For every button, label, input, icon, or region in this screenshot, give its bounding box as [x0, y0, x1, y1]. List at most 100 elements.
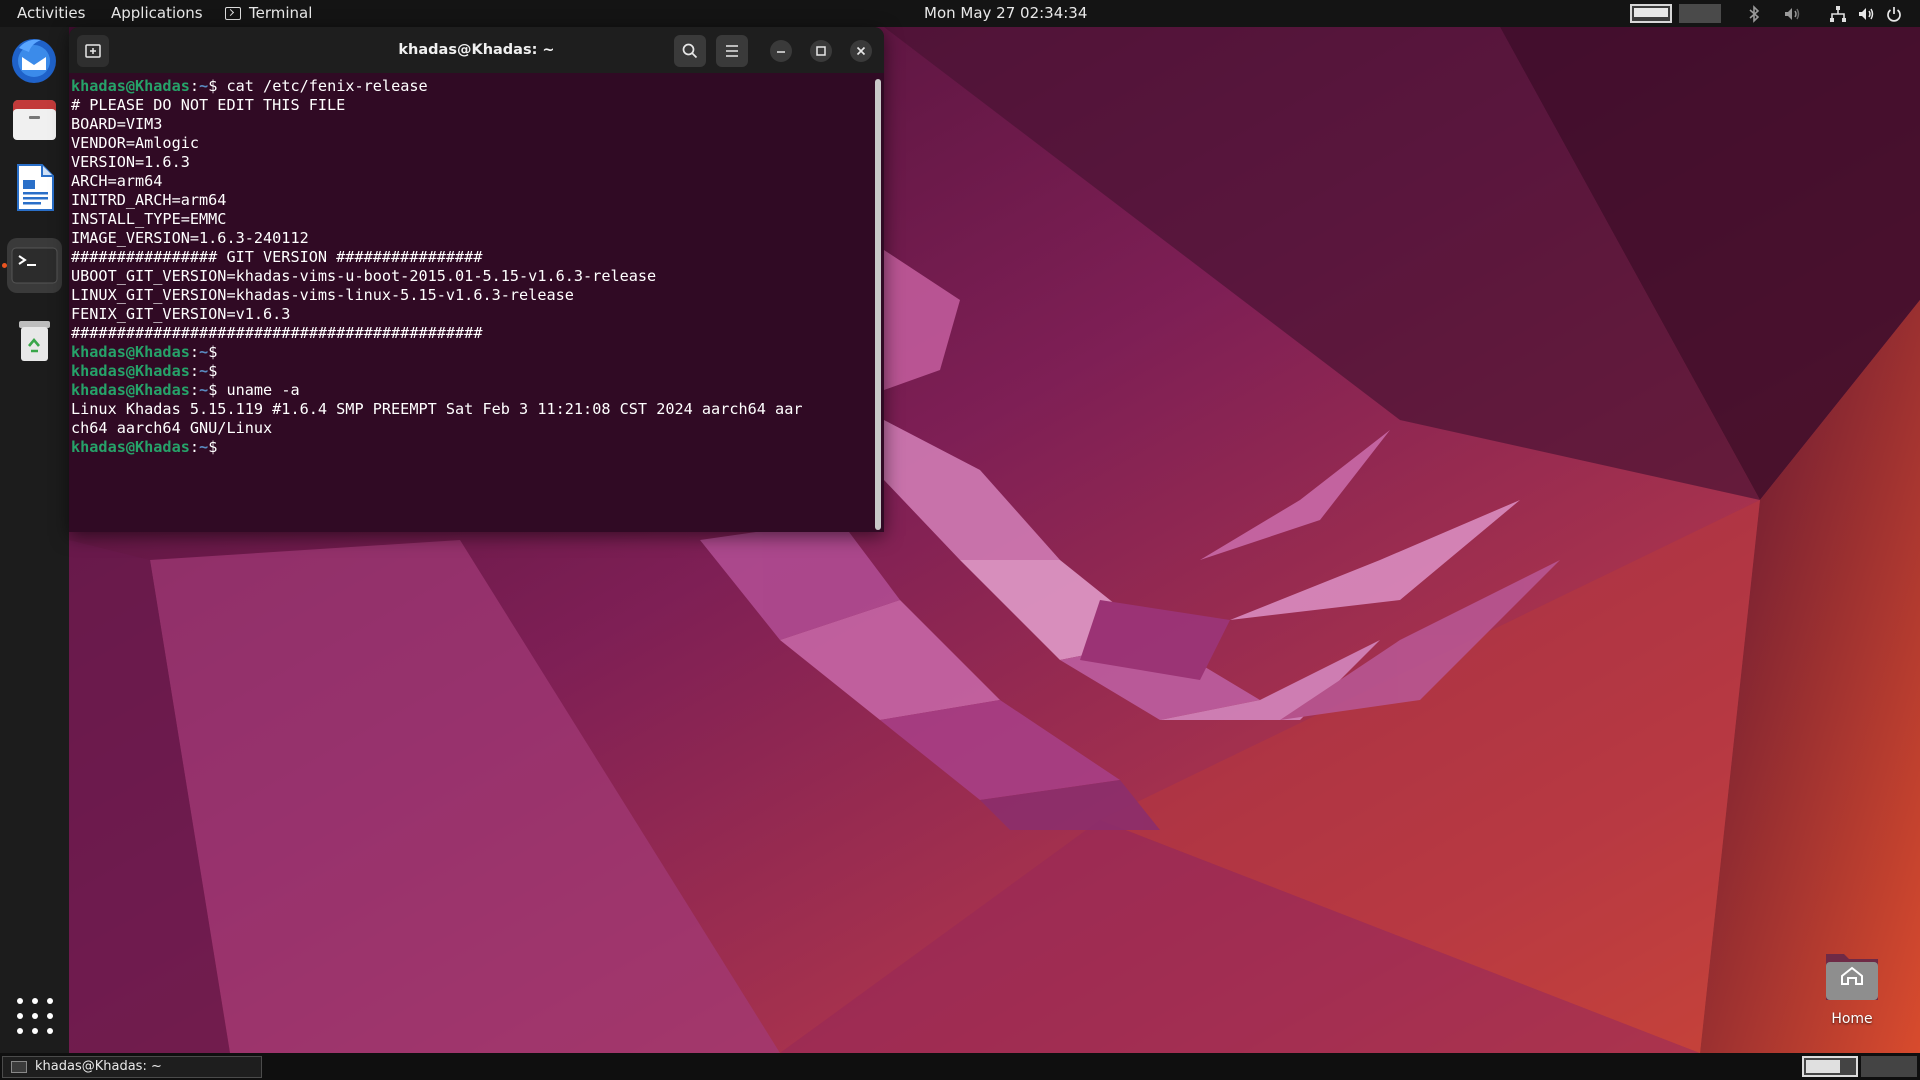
dock-writer[interactable]	[7, 160, 62, 215]
output-text: # PLEASE DO NOT EDIT THIS FILE	[71, 96, 346, 114]
output-text: VENDOR=Amlogic	[71, 134, 200, 152]
show-apps-button[interactable]	[17, 998, 53, 1034]
terminal-scrollbar[interactable]	[875, 79, 881, 530]
files-icon	[13, 100, 56, 140]
app-grid-icon	[47, 1013, 53, 1019]
terminal-output-line: LINUX_GIT_VERSION=khadas-vims-linux-5.15…	[71, 286, 884, 305]
clock[interactable]: Mon May 27 02:34:34	[924, 0, 1087, 27]
minimize-icon	[777, 51, 785, 53]
dock-files[interactable]	[7, 92, 62, 147]
hamburger-menu-button[interactable]	[716, 35, 748, 67]
maximize-button[interactable]	[810, 40, 832, 62]
window-titlebar[interactable]: khadas@Khadas: ~	[69, 27, 884, 73]
workspace-2-indicator[interactable]	[1679, 4, 1721, 23]
maximize-icon	[816, 46, 826, 56]
dock-thunderbird[interactable]	[7, 32, 62, 87]
terminal-output-line: BOARD=VIM3	[71, 115, 884, 134]
app-grid-icon	[32, 1028, 38, 1034]
search-icon	[682, 43, 698, 59]
power-icon[interactable]	[1884, 4, 1904, 24]
output-text: INSTALL_TYPE=EMMC	[71, 210, 227, 228]
output-text: ARCH=arm64	[71, 172, 163, 190]
volume-icon[interactable]	[1856, 4, 1876, 24]
close-icon	[856, 46, 866, 56]
terminal-prompt-line: khadas@Khadas:~$	[71, 343, 884, 362]
terminal-window[interactable]: khadas@Khadas: ~ khadas@Khadas:~$ cat /e…	[69, 27, 884, 532]
app-grid-icon	[17, 1013, 23, 1019]
terminal-output-line: ARCH=arm64	[71, 172, 884, 191]
terminal-prompt-line: khadas@Khadas:~$ uname -a	[71, 381, 884, 400]
terminal-output[interactable]: khadas@Khadas:~$ cat /etc/fenix-release #…	[69, 73, 884, 532]
terminal-output-line: IMAGE_VERSION=1.6.3-240112	[71, 229, 884, 248]
home-folder-icon[interactable]	[1822, 948, 1882, 1004]
dock-trash[interactable]	[7, 312, 62, 367]
speaker-low-icon[interactable]	[1782, 4, 1802, 24]
hamburger-icon	[726, 45, 738, 57]
terminal-output-line: # PLEASE DO NOT EDIT THIS FILE	[71, 96, 884, 115]
terminal-output-line: ch64 aarch64 GNU/Linux	[71, 419, 884, 438]
terminal-output-line: INITRD_ARCH=arm64	[71, 191, 884, 210]
taskbar-window-label: khadas@Khadas: ~	[35, 1059, 162, 1074]
prompt-path: ~	[199, 438, 209, 456]
bluetooth-icon[interactable]	[1744, 4, 1764, 24]
prompt-dollar: $	[208, 362, 227, 380]
trash-icon	[19, 321, 50, 361]
output-text: INITRD_ARCH=arm64	[71, 191, 227, 209]
prompt-path: ~	[199, 362, 209, 380]
app-grid-icon	[17, 1028, 23, 1034]
activities-button[interactable]: Activities	[17, 0, 85, 27]
output-text: BOARD=VIM3	[71, 115, 163, 133]
prompt-path: ~	[199, 343, 209, 361]
taskbar-window-item[interactable]: khadas@Khadas: ~	[2, 1056, 262, 1078]
terminal-output-line: UBOOT_GIT_VERSION=khadas-vims-u-boot-201…	[71, 267, 884, 286]
prompt-colon: :	[189, 77, 200, 95]
terminal-prompt-line: khadas@Khadas:~$	[71, 438, 884, 457]
output-text: LINUX_GIT_VERSION=khadas-vims-linux-5.15…	[71, 286, 574, 304]
search-button[interactable]	[674, 35, 706, 67]
output-text: ch64 aarch64 GNU/Linux	[71, 419, 273, 437]
terminal-prompt-line: khadas@Khadas:~$ cat /etc/fenix-release	[71, 77, 884, 96]
prompt-path: ~	[199, 381, 209, 399]
running-indicator	[2, 263, 7, 268]
prompt-path: ~	[199, 77, 209, 95]
workspace-1-switcher[interactable]	[1802, 1056, 1858, 1077]
output-text: ################ GIT VERSION ###########…	[71, 248, 483, 266]
window-title: khadas@Khadas: ~	[398, 42, 555, 58]
command-text: uname -a	[226, 381, 300, 399]
prompt-dollar: $	[208, 381, 227, 399]
writer-icon	[17, 164, 54, 211]
network-icon[interactable]	[1828, 4, 1848, 24]
close-button[interactable]	[850, 40, 872, 62]
minimize-button[interactable]	[770, 40, 792, 62]
terminal-icon	[11, 247, 58, 284]
dock-terminal[interactable]	[7, 238, 62, 293]
focused-app-label: Terminal	[249, 4, 313, 22]
output-text: FENIX_GIT_VERSION=v1.6.3	[71, 305, 291, 323]
output-text: UBOOT_GIT_VERSION=khadas-vims-u-boot-201…	[71, 267, 657, 285]
prompt-user: khadas@Khadas	[71, 77, 190, 95]
prompt-dollar: $	[208, 438, 227, 456]
app-grid-icon	[47, 998, 53, 1004]
prompt-user: khadas@Khadas	[71, 438, 190, 456]
thunderbird-icon	[12, 39, 56, 83]
app-grid-icon	[47, 1028, 53, 1034]
applications-menu[interactable]: Applications	[111, 0, 203, 27]
prompt-dollar: $	[208, 343, 227, 361]
app-grid-icon	[17, 998, 23, 1004]
prompt-dollar: $	[208, 77, 227, 95]
top-bar: Activities Applications Terminal Mon May…	[0, 0, 1920, 27]
prompt-colon: :	[189, 343, 200, 361]
terminal-output-line: ########################################…	[71, 324, 884, 343]
prompt-colon: :	[189, 438, 200, 456]
terminal-icon	[11, 1061, 27, 1073]
workspace-1-indicator[interactable]	[1630, 4, 1672, 23]
home-folder-label[interactable]: Home	[1790, 1011, 1914, 1027]
bottom-taskbar: khadas@Khadas: ~	[0, 1053, 1920, 1080]
focused-app-menu[interactable]: Terminal	[225, 0, 312, 27]
app-grid-icon	[32, 998, 38, 1004]
workspace-2-switcher[interactable]	[1861, 1056, 1917, 1077]
prompt-user: khadas@Khadas	[71, 362, 190, 380]
output-text: VERSION=1.6.3	[71, 153, 190, 171]
output-text: ########################################…	[71, 324, 483, 342]
terminal-output-line: VERSION=1.6.3	[71, 153, 884, 172]
